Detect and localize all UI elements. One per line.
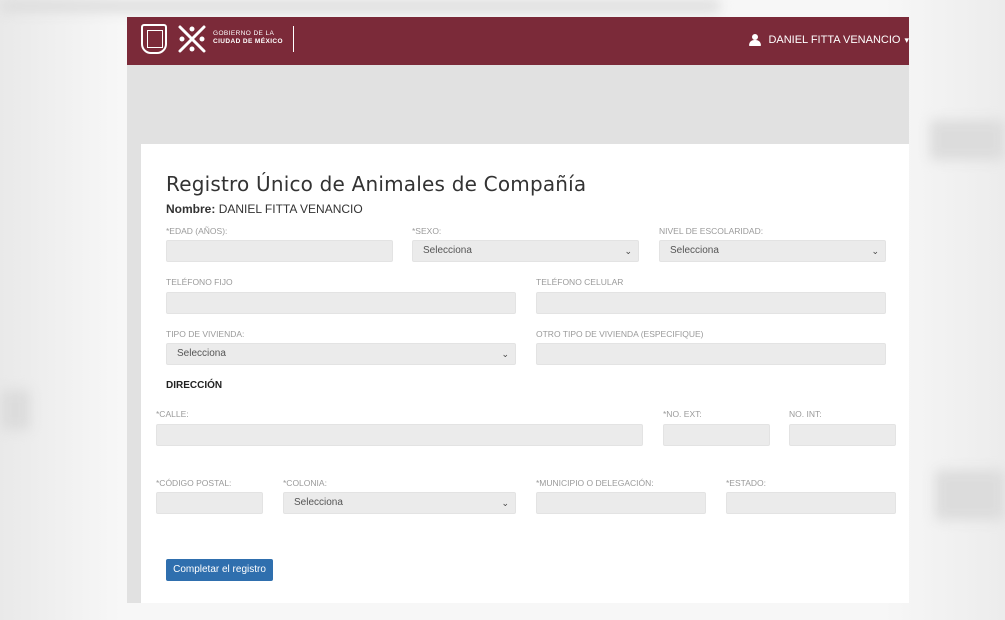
- education-label: NIVEL DE ESCOLARIDAD:: [659, 226, 764, 236]
- owner-name: Nombre: DANIEL FITTA VENANCIO: [166, 202, 363, 216]
- page-title: Registro Único de Animales de Compañía: [166, 172, 587, 196]
- blurred-backdrop: [930, 120, 1005, 160]
- int-number-label: NO. INT:: [789, 409, 822, 419]
- landline-label: TELÉFONO FIJO: [166, 277, 233, 287]
- chevron-down-icon: ⌄: [871, 246, 879, 256]
- gov-line-2: CIUDAD DE MÉXICO: [213, 38, 283, 45]
- user-menu[interactable]: DANIEL FITTA VENANCIO ▾: [749, 30, 909, 50]
- ext-number-input[interactable]: [663, 424, 770, 446]
- other-housing-input[interactable]: [536, 343, 886, 365]
- housing-type-label: TIPO DE VIVIENDA:: [166, 329, 245, 339]
- neighborhood-select[interactable]: Selecciona ⌄: [283, 492, 516, 514]
- header-divider: [293, 26, 294, 52]
- street-label: *CALLE:: [156, 409, 189, 419]
- state-input[interactable]: [726, 492, 896, 514]
- top-navbar: GOBIERNO DE LA CIUDAD DE MÉXICO DANIEL F…: [127, 17, 909, 65]
- sex-select[interactable]: Selecciona ⌄: [412, 240, 639, 262]
- neighborhood-label: *COLONIA:: [283, 478, 327, 488]
- sex-label: *SEXO:: [412, 226, 442, 236]
- cdmx-seal-icon: [141, 24, 167, 54]
- name-label: Nombre:: [166, 202, 216, 216]
- landline-input[interactable]: [166, 292, 516, 314]
- int-number-input[interactable]: [789, 424, 896, 446]
- blurred-backdrop: [0, 0, 720, 12]
- municipality-label: *MUNICIPIO O DELEGACIÓN:: [536, 478, 654, 488]
- user-icon: [749, 34, 762, 46]
- other-housing-label: OTRO TIPO DE VIVIENDA (ESPECIFIQUE): [536, 329, 704, 339]
- address-section-title: DIRECCIÓN: [166, 380, 223, 391]
- mobile-input[interactable]: [536, 292, 886, 314]
- chevron-down-icon: ⌄: [501, 498, 509, 508]
- registration-form: Registro Único de Animales de Compañía N…: [141, 144, 909, 603]
- education-select-value: Selecciona: [670, 245, 719, 256]
- gov-wordmark: GOBIERNO DE LA CIUDAD DE MÉXICO: [213, 30, 283, 46]
- postal-code-input[interactable]: [156, 492, 263, 514]
- education-select[interactable]: Selecciona ⌄: [659, 240, 886, 262]
- blurred-backdrop: [0, 390, 30, 430]
- sex-select-value: Selecciona: [423, 245, 472, 256]
- complete-registration-button[interactable]: Completar el registro: [166, 559, 273, 581]
- ext-number-label: *NO. EXT:: [663, 409, 702, 419]
- name-value: DANIEL FITTA VENANCIO: [218, 202, 363, 216]
- state-label: *ESTADO:: [726, 478, 766, 488]
- chevron-down-icon: ▾: [904, 34, 909, 45]
- neighborhood-select-value: Selecciona: [294, 497, 343, 508]
- mobile-label: TELÉFONO CELULAR: [536, 277, 624, 287]
- street-input[interactable]: [156, 424, 643, 446]
- housing-type-select-value: Selecciona: [177, 348, 226, 359]
- cdmx-logo-icon: [178, 25, 206, 53]
- age-label: *EDAD (AÑOS):: [166, 226, 228, 236]
- housing-type-select[interactable]: Selecciona ⌄: [166, 343, 516, 365]
- chevron-down-icon: ⌄: [624, 246, 632, 256]
- chevron-down-icon: ⌄: [501, 349, 509, 359]
- user-name: DANIEL FITTA VENANCIO: [768, 34, 901, 46]
- gov-line-1: GOBIERNO DE LA: [213, 30, 275, 37]
- blurred-backdrop: [935, 470, 1005, 520]
- postal-code-label: *CÓDIGO POSTAL:: [156, 478, 232, 488]
- age-input[interactable]: [166, 240, 393, 262]
- municipality-input[interactable]: [536, 492, 706, 514]
- app-window: GOBIERNO DE LA CIUDAD DE MÉXICO DANIEL F…: [127, 17, 909, 603]
